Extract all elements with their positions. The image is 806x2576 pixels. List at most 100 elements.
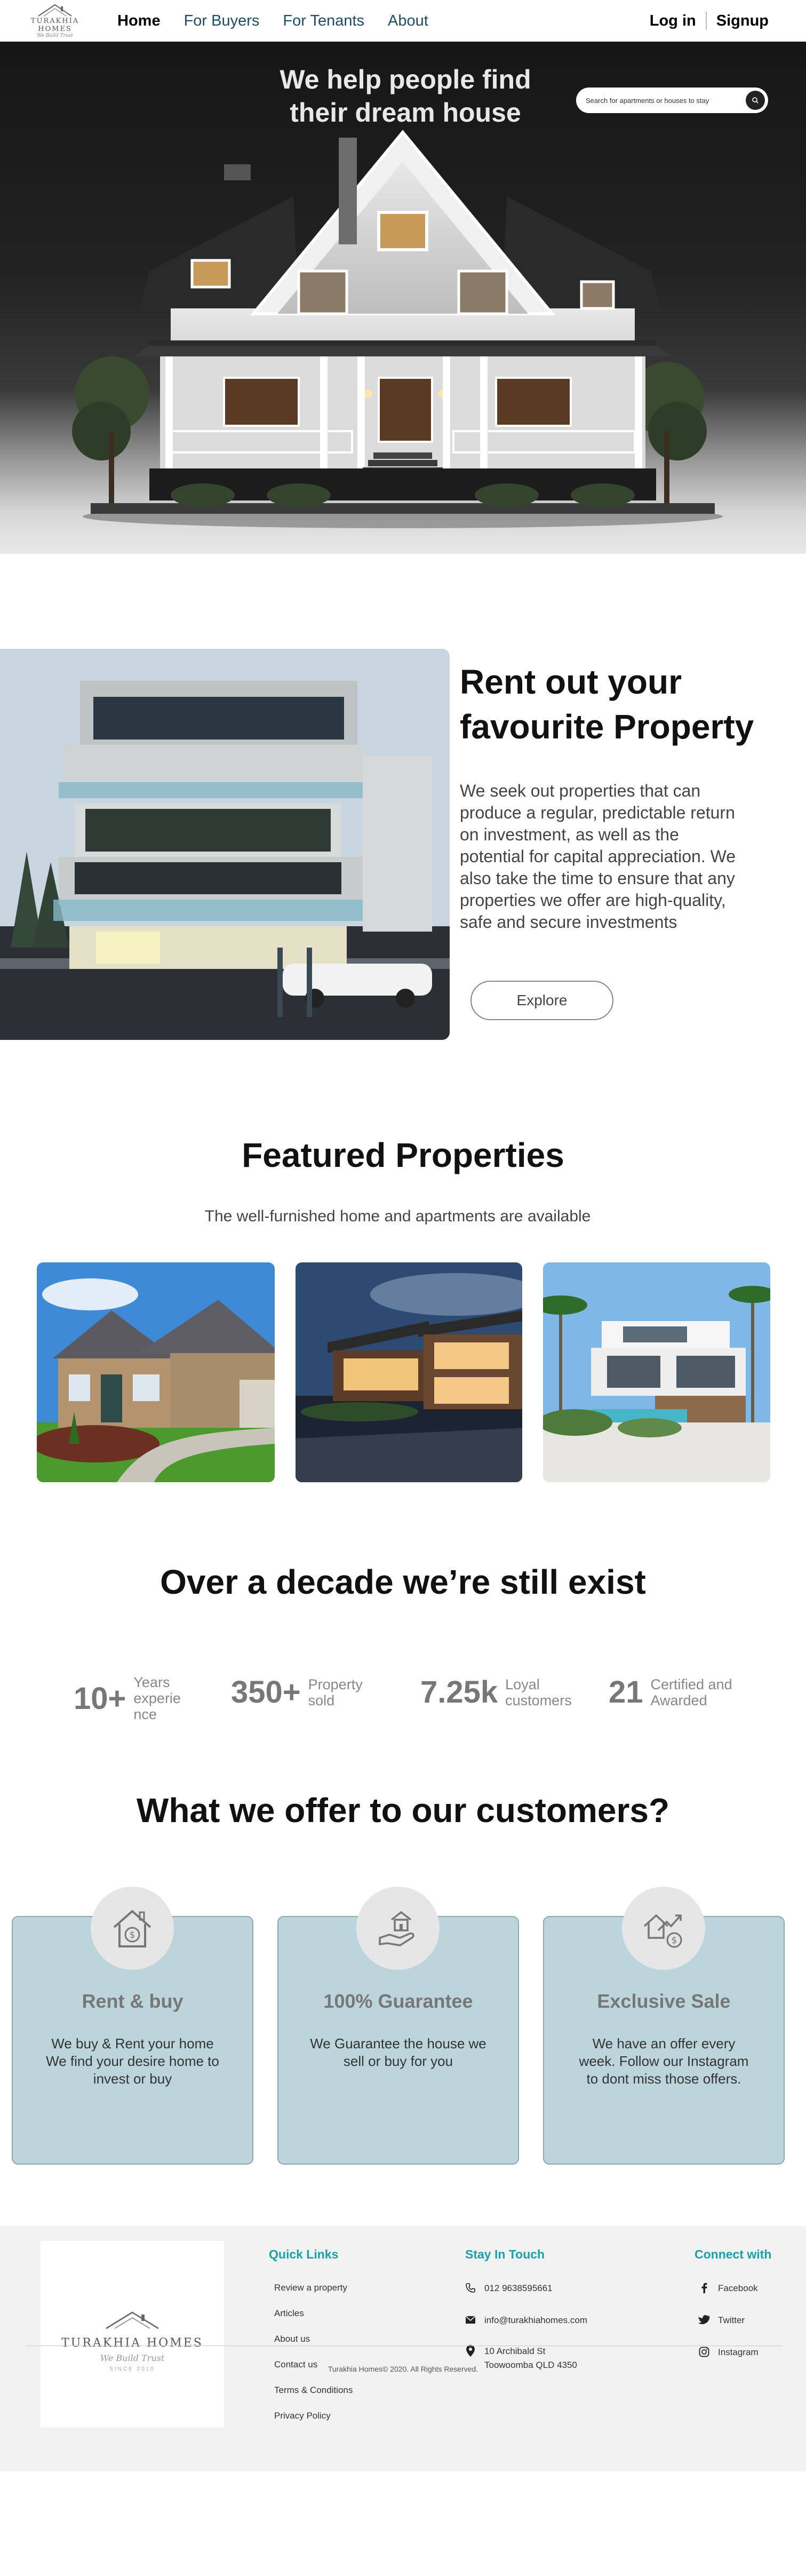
stat-label-line: Certified and xyxy=(650,1676,732,1692)
stats-title: Over a decade we’re still exist xyxy=(160,1563,646,1601)
property-card-1[interactable] xyxy=(37,1262,275,1482)
nav-for-tenants[interactable]: For Tenants xyxy=(283,12,364,30)
nav-home[interactable]: Home xyxy=(117,12,161,30)
offer-title: Exclusive Sale xyxy=(597,1990,731,2012)
social-facebook[interactable]: Facebook xyxy=(698,2281,758,2295)
offer-icon-circle: $ xyxy=(91,1887,174,1970)
email-text: info@turakhiahomes.com xyxy=(484,2315,588,2325)
stat-number: 7.25k xyxy=(420,1675,498,1710)
stat-label-line: nce xyxy=(133,1706,157,1722)
twitter-label: Twitter xyxy=(718,2315,745,2325)
offer-icon-circle: $ xyxy=(622,1887,705,1970)
footer-logo-tagline: We Build Trust xyxy=(100,2353,165,2363)
roof-logo-icon xyxy=(38,4,72,17)
phone-icon xyxy=(464,2281,477,2294)
footer-link-review[interactable]: Review a property xyxy=(274,2283,347,2293)
stat-number: 21 xyxy=(609,1675,643,1710)
roof-logo-icon xyxy=(106,2311,159,2329)
facebook-icon xyxy=(698,2281,711,2294)
stat-label: Certified and Awarded xyxy=(651,1676,732,1708)
footer-link-terms[interactable]: Terms & Conditions xyxy=(274,2385,353,2396)
stat-awards: 21 Certified and Awarded xyxy=(609,1674,732,1710)
stat-label-line: Loyal xyxy=(505,1676,540,1692)
logo-name: TURAKHIA HOMES xyxy=(30,17,79,33)
stat-label: Property sold xyxy=(308,1676,363,1708)
tropical-villa-image xyxy=(543,1262,770,1482)
modern-building-image xyxy=(0,649,450,1040)
suburban-house-image xyxy=(37,1262,275,1482)
offer-title: Rent & buy xyxy=(82,1990,183,2012)
stat-label: Loyal customers xyxy=(505,1676,572,1708)
stat-properties: 350+ Property sold xyxy=(231,1674,363,1710)
stat-number: 350+ xyxy=(231,1675,301,1710)
instagram-label: Instagram xyxy=(718,2347,759,2357)
stat-label-line: sold xyxy=(308,1692,335,1708)
copyright-text: Turakhia Homes© 2020. All Rights Reserve… xyxy=(328,2365,478,2373)
hero-house-image xyxy=(72,130,723,528)
hero-section: We help people find their dream house xyxy=(0,42,806,554)
footer-logo[interactable]: TURAKHIA HOMES We Build Trust SINCE 2010 xyxy=(41,2241,224,2428)
hero-search-bar xyxy=(576,88,768,113)
featured-title: Featured Properties xyxy=(242,1136,564,1174)
property-card-3[interactable] xyxy=(543,1262,770,1482)
stat-label-line: customers xyxy=(505,1692,572,1708)
footer-email[interactable]: info@turakhiahomes.com xyxy=(464,2313,587,2327)
stat-label-line: experie xyxy=(133,1690,181,1706)
offer-title: 100% Guarantee xyxy=(323,1990,473,2012)
social-twitter[interactable]: Twitter xyxy=(698,2313,745,2327)
offer-text: We have an offer every week. Follow our … xyxy=(579,2036,749,2087)
stat-label: Years experie nce xyxy=(133,1674,181,1722)
logo-tagline: We Build Trust xyxy=(37,33,73,38)
hero-title-line-1: We help people find xyxy=(280,65,531,94)
instagram-icon xyxy=(698,2346,711,2358)
search-button[interactable] xyxy=(746,91,765,110)
modern-building-illustration xyxy=(0,649,450,1040)
stat-label-line: Years xyxy=(133,1674,170,1690)
rent-title-line-1: Rent out your xyxy=(460,663,682,701)
stat-customers: 7.25k Loyal customers xyxy=(420,1674,572,1710)
social-instagram[interactable]: Instagram xyxy=(698,2346,759,2359)
footer-link-articles[interactable]: Articles xyxy=(274,2308,304,2319)
stay-in-touch-title: Stay In Touch xyxy=(465,2247,545,2261)
mail-icon xyxy=(464,2313,477,2326)
auth-divider xyxy=(705,12,707,30)
nav-about[interactable]: About xyxy=(388,12,428,30)
search-input[interactable] xyxy=(586,88,746,113)
svg-text:$: $ xyxy=(130,1930,135,1941)
offer-icon-circle xyxy=(356,1887,440,1970)
quick-links-title: Quick Links xyxy=(269,2247,339,2261)
top-navbar: TURAKHIA HOMES We Build Trust Home For B… xyxy=(0,0,806,42)
nav-for-buyers[interactable]: For Buyers xyxy=(184,12,260,30)
explore-button[interactable]: Explore xyxy=(470,981,613,1020)
stat-years: 10+ Years experie nce xyxy=(74,1674,181,1722)
house-growth-icon: $ xyxy=(643,1914,682,1948)
login-link[interactable]: Log in xyxy=(650,12,696,30)
auth-links: Log in Signup xyxy=(650,0,769,42)
phone-text: 012 9638595661 xyxy=(484,2283,553,2293)
svg-text:$: $ xyxy=(672,1935,677,1946)
footer-logo-name: TURAKHIA HOMES xyxy=(61,2336,203,2350)
connect-with-title: Connect with xyxy=(695,2247,772,2261)
address-line: 10 Archibald St xyxy=(484,2346,546,2356)
stat-label-line: Property xyxy=(308,1676,363,1692)
location-pin-icon xyxy=(464,2344,477,2357)
footer-link-privacy[interactable]: Privacy Policy xyxy=(274,2411,331,2421)
offer-text: We Guarantee the house we sell or buy fo… xyxy=(310,2036,486,2069)
featured-subtitle: The well-furnished home and apartments a… xyxy=(204,1207,591,1225)
offers-title: What we offer to our customers? xyxy=(136,1791,670,1830)
brand-logo[interactable]: TURAKHIA HOMES We Build Trust xyxy=(15,3,95,38)
search-icon xyxy=(752,97,759,104)
hand-house-icon xyxy=(379,1911,414,1946)
footer-phone[interactable]: 012 9638595661 xyxy=(464,2281,553,2295)
footer-link-about[interactable]: About us xyxy=(274,2334,310,2344)
property-card-2[interactable] xyxy=(296,1262,522,1482)
rent-title-line-2: favourite Property xyxy=(460,707,754,746)
site-footer: TURAKHIA HOMES We Build Trust SINCE 2010… xyxy=(0,2226,806,2471)
signup-link[interactable]: Signup xyxy=(716,12,769,30)
evening-modern-house-image xyxy=(296,1262,522,1482)
house-dollar-icon: $ xyxy=(113,1910,151,1947)
twitter-icon xyxy=(698,2313,711,2326)
rent-section-title: Rent out your favourite Property xyxy=(460,659,780,749)
stat-label-line: Awarded xyxy=(650,1692,707,1708)
rent-description: We seek out properties that can produce … xyxy=(460,781,736,932)
